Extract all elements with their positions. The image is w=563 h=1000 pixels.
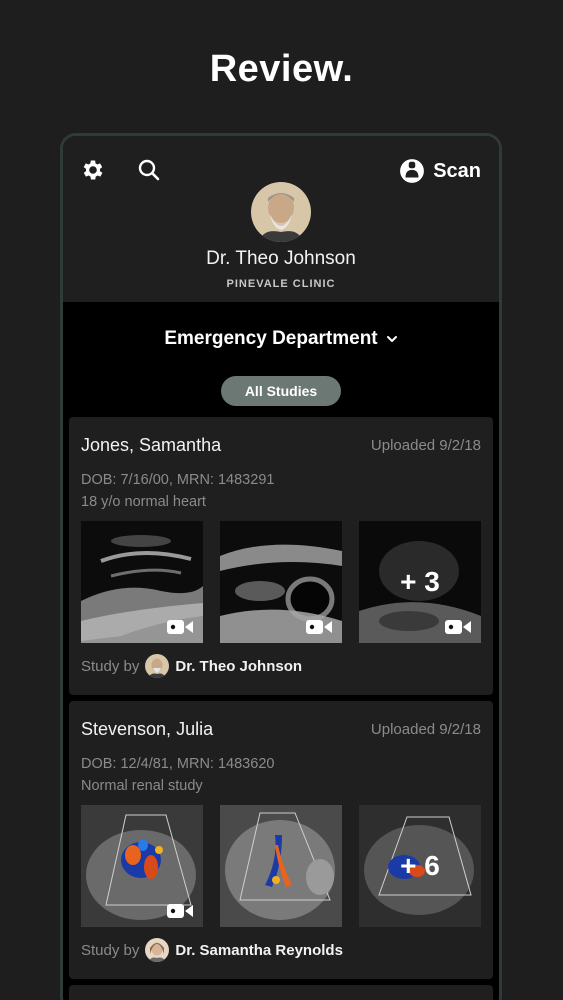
more-media-count: + 6 [400,850,440,881]
dob-mrn: DOB: 7/16/00, MRN: 1483291 [81,472,275,488]
avatar [145,654,170,678]
probe-icon [400,159,425,183]
ultrasound-thumbnail[interactable] [220,521,342,643]
clinic-name: PINEVALE CLINIC [226,278,336,290]
study-by: Study by Dr. Theo Johnson [81,653,302,679]
study-description: Normal renal study [81,778,203,794]
study-description: 18 y/o normal heart [81,494,206,510]
avatar [145,938,170,962]
study-by: Study by Dr. Samantha Reynolds [81,937,343,963]
phone-frame: Scan Dr. Theo Johnson PINEVALE CLINIC Em… [60,133,502,1000]
ultrasound-thumbnail[interactable] [81,805,203,927]
department-label: Emergency Department [164,328,378,349]
scan-label: Scan [433,159,481,182]
dob-mrn: DOB: 12/4/81, MRN: 1483620 [81,756,275,772]
video-camera-icon [445,620,471,634]
chevron-down-icon [386,336,397,342]
study-card[interactable]: Jones, Samantha Uploaded 9/2/18 DOB: 7/1… [69,417,493,695]
profile-header: Scan Dr. Theo Johnson PINEVALE CLINIC [63,136,499,302]
department-dropdown[interactable]: Emergency Department [63,328,499,350]
study-by-label: Study by [81,941,140,959]
study-by-name[interactable]: Dr. Samantha Reynolds [175,942,343,959]
video-camera-icon [167,620,193,634]
scan-button[interactable]: Scan [399,156,481,186]
patient-name: Stevenson, Julia [81,719,214,739]
ultrasound-thumbnail-more[interactable]: + 3 [359,521,481,643]
patient-meta: DOB: 7/16/00, MRN: 1483291 18 y/o normal… [81,469,274,513]
search-icon[interactable] [135,156,163,184]
ultrasound-thumbnail-more[interactable]: + 6 [359,805,481,927]
video-camera-icon [306,620,332,634]
filter-all-studies[interactable]: All Studies [221,376,341,406]
upload-date: Uploaded 9/2/18 [370,721,481,738]
ultrasound-thumbnail[interactable] [220,805,342,927]
ultrasound-thumbnail[interactable] [81,521,203,643]
study-card[interactable]: Stevenson, Julia Uploaded 9/2/18 DOB: 12… [69,701,493,979]
patient-meta: DOB: 12/4/81, MRN: 1483620 Normal renal … [81,753,274,797]
study-card[interactable] [69,985,493,1000]
gear-icon[interactable] [79,156,107,184]
avatar[interactable] [251,182,311,242]
video-camera-icon [167,904,193,918]
study-by-label: Study by [81,657,140,675]
study-by-name[interactable]: Dr. Theo Johnson [175,658,302,675]
patient-name: Jones, Samantha [81,435,222,455]
upload-date: Uploaded 9/2/18 [370,437,481,454]
page-headline: Review. [209,48,354,90]
doctor-name: Dr. Theo Johnson [206,248,356,269]
